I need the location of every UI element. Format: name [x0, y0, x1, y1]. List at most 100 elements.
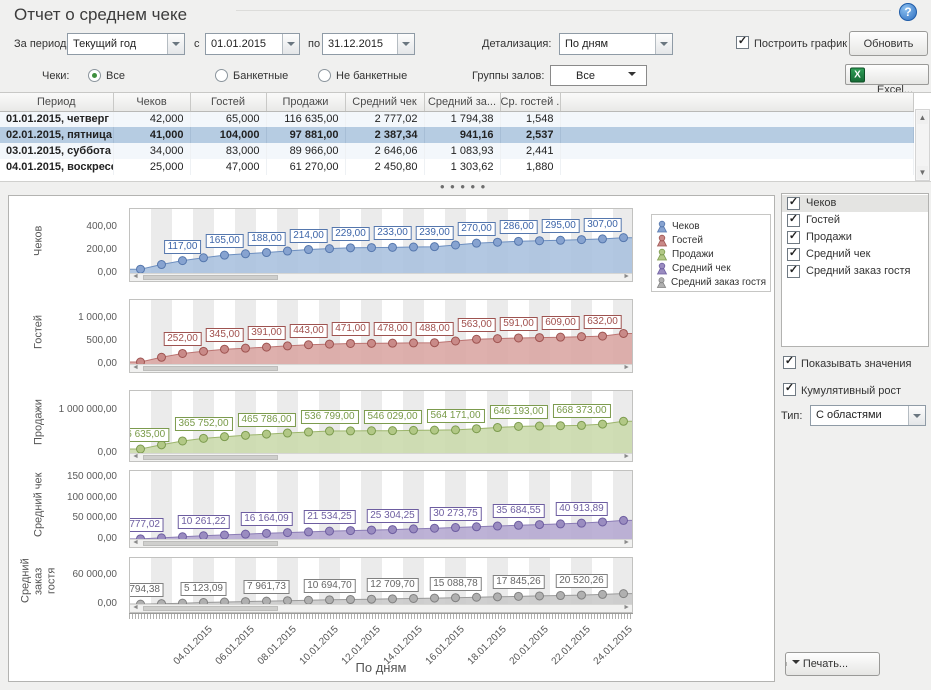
- data-point-marker[interactable]: [599, 420, 607, 428]
- series-checkbox[interactable]: ✓: [787, 231, 800, 244]
- scrollbar-thumb[interactable]: [143, 541, 278, 546]
- splitter-handle[interactable]: • • • • •: [440, 184, 486, 190]
- data-point-marker[interactable]: [620, 329, 628, 337]
- data-point-marker[interactable]: [158, 441, 166, 449]
- checks-radio-2[interactable]: [318, 69, 331, 82]
- data-point-marker[interactable]: [410, 243, 418, 251]
- data-point-marker[interactable]: [179, 437, 187, 445]
- series-checkbox[interactable]: ✓: [787, 265, 800, 278]
- chevron-down-icon[interactable]: [282, 34, 299, 54]
- series-list-item[interactable]: ✓Средний заказ гостя: [782, 263, 928, 280]
- data-point-marker[interactable]: [368, 427, 376, 435]
- data-point-marker[interactable]: [410, 594, 418, 602]
- show-values-checkbox[interactable]: ✓: [783, 356, 796, 369]
- data-point-marker[interactable]: [452, 524, 460, 532]
- data-point-marker[interactable]: [536, 521, 544, 529]
- series-checkbox[interactable]: ✓: [787, 248, 800, 261]
- data-point-marker[interactable]: [473, 593, 481, 601]
- series-list-item[interactable]: ✓Гостей: [782, 212, 928, 229]
- data-point-marker[interactable]: [557, 520, 565, 528]
- scrollbar-thumb[interactable]: [143, 275, 278, 280]
- data-point-marker[interactable]: [410, 426, 418, 434]
- data-point-marker[interactable]: [326, 596, 334, 604]
- data-point-marker[interactable]: [347, 527, 355, 535]
- scroll-right-icon[interactable]: ►: [623, 453, 630, 461]
- data-point-marker[interactable]: [368, 526, 376, 534]
- data-point-marker[interactable]: [158, 353, 166, 361]
- cumulative-checkbox[interactable]: ✓: [783, 383, 796, 396]
- data-point-marker[interactable]: [494, 335, 502, 343]
- chevron-down-icon[interactable]: [397, 34, 414, 54]
- chevron-down-icon[interactable]: [167, 34, 184, 54]
- data-point-marker[interactable]: [137, 445, 145, 453]
- data-point-marker[interactable]: [620, 417, 628, 425]
- data-point-marker[interactable]: [557, 592, 565, 600]
- data-point-marker[interactable]: [221, 345, 229, 353]
- table-row[interactable]: 04.01.2015, воскресе...25,00047,00061 27…: [0, 159, 914, 175]
- data-point-marker[interactable]: [515, 592, 523, 600]
- data-point-marker[interactable]: [536, 237, 544, 245]
- series-checkbox[interactable]: ✓: [787, 214, 800, 227]
- data-point-marker[interactable]: [242, 530, 250, 538]
- data-point-marker[interactable]: [557, 422, 565, 430]
- column-header[interactable]: Гостей: [190, 93, 266, 111]
- checks-radio-1[interactable]: [215, 69, 228, 82]
- data-point-marker[interactable]: [368, 595, 376, 603]
- series-list-item[interactable]: ✓Средний чек: [782, 246, 928, 263]
- build-chart-checkbox[interactable]: ✓: [736, 36, 749, 49]
- chevron-down-icon[interactable]: [908, 406, 925, 425]
- checks-radio-all[interactable]: [88, 69, 101, 82]
- data-point-marker[interactable]: [431, 243, 439, 251]
- data-point-marker[interactable]: [263, 430, 271, 438]
- data-point-marker[interactable]: [284, 529, 292, 537]
- data-point-marker[interactable]: [221, 531, 229, 539]
- data-point-marker[interactable]: [494, 522, 502, 530]
- data-point-marker[interactable]: [473, 425, 481, 433]
- scroll-left-icon[interactable]: ◄: [132, 364, 139, 372]
- column-header[interactable]: Средний за...: [424, 93, 500, 111]
- data-point-marker[interactable]: [599, 235, 607, 243]
- data-point-marker[interactable]: [410, 339, 418, 347]
- data-point-marker[interactable]: [389, 243, 397, 251]
- data-point-marker[interactable]: [200, 347, 208, 355]
- data-point-marker[interactable]: [368, 339, 376, 347]
- print-button[interactable]: Печать...: [785, 652, 880, 676]
- table-row[interactable]: 03.01.2015, суббота34,00083,00089 966,00…: [0, 143, 914, 159]
- data-point-marker[interactable]: [263, 529, 271, 537]
- data-point-marker[interactable]: [221, 251, 229, 259]
- data-point-marker[interactable]: [452, 241, 460, 249]
- data-point-marker[interactable]: [578, 236, 586, 244]
- hall-groups-select[interactable]: Все: [550, 65, 647, 86]
- data-point-marker[interactable]: [494, 593, 502, 601]
- data-point-marker[interactable]: [347, 339, 355, 347]
- data-point-marker[interactable]: [326, 527, 334, 535]
- data-point-marker[interactable]: [389, 339, 397, 347]
- data-point-marker[interactable]: [221, 433, 229, 441]
- column-header[interactable]: Период: [0, 93, 113, 111]
- scroll-right-icon[interactable]: ►: [623, 539, 630, 547]
- series-list-item[interactable]: ✓Чеков: [782, 195, 928, 212]
- data-point-marker[interactable]: [347, 596, 355, 604]
- data-point-marker[interactable]: [473, 523, 481, 531]
- scroll-down-icon[interactable]: ▼: [917, 166, 928, 179]
- column-header[interactable]: Чеков: [113, 93, 190, 111]
- data-point-marker[interactable]: [515, 334, 523, 342]
- chart-horizontal-scrollbar[interactable]: ◄►: [130, 364, 632, 372]
- scroll-left-icon[interactable]: ◄: [132, 273, 139, 281]
- table-row[interactable]: 02.01.2015, пятница41,000104,00097 881,0…: [0, 127, 914, 143]
- data-point-marker[interactable]: [599, 590, 607, 598]
- scroll-right-icon[interactable]: ►: [623, 604, 630, 612]
- data-point-marker[interactable]: [137, 265, 145, 273]
- scroll-up-icon[interactable]: ▲: [917, 111, 928, 124]
- data-point-marker[interactable]: [620, 516, 628, 524]
- data-point-marker[interactable]: [305, 428, 313, 436]
- data-point-marker[interactable]: [431, 426, 439, 434]
- data-point-marker[interactable]: [536, 422, 544, 430]
- data-point-marker[interactable]: [620, 590, 628, 598]
- column-header[interactable]: Продажи: [266, 93, 345, 111]
- data-point-marker[interactable]: [284, 429, 292, 437]
- data-point-marker[interactable]: [557, 236, 565, 244]
- data-point-marker[interactable]: [620, 234, 628, 242]
- data-point-marker[interactable]: [179, 257, 187, 265]
- data-point-marker[interactable]: [305, 246, 313, 254]
